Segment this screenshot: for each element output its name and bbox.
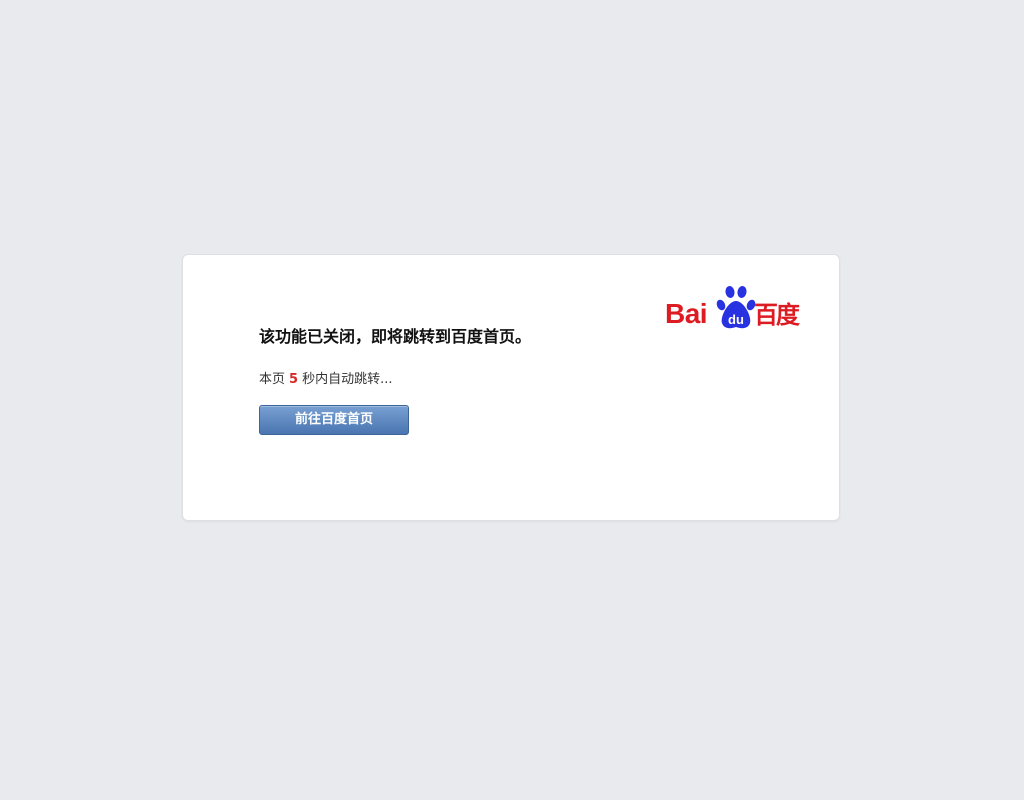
logo-text-chinese: 百度 <box>754 301 800 329</box>
logo-text-latin: Bai <box>665 298 708 329</box>
countdown-text: 本页 5 秒内自动跳转... <box>259 371 392 389</box>
go-to-baidu-home-button[interactable]: 前往百度首页 <box>259 405 409 435</box>
baidu-logo: Bai du 百度 <box>665 283 805 333</box>
baidu-paw-icon: du <box>716 286 756 329</box>
page: Bai du 百度 该功能已关闭，即将跳转到百度首页。 本页 5 秒内自动跳转...… <box>0 0 1024 800</box>
countdown-prefix: 本页 <box>259 372 286 387</box>
logo-text-du: du <box>728 312 744 327</box>
notice-title: 该功能已关闭，即将跳转到百度首页。 <box>259 327 532 346</box>
redirect-notice-card: Bai du 百度 该功能已关闭，即将跳转到百度首页。 本页 5 秒内自动跳转...… <box>182 254 840 521</box>
countdown-seconds: 5 <box>289 372 299 387</box>
countdown-suffix: 秒内自动跳转... <box>302 372 393 387</box>
